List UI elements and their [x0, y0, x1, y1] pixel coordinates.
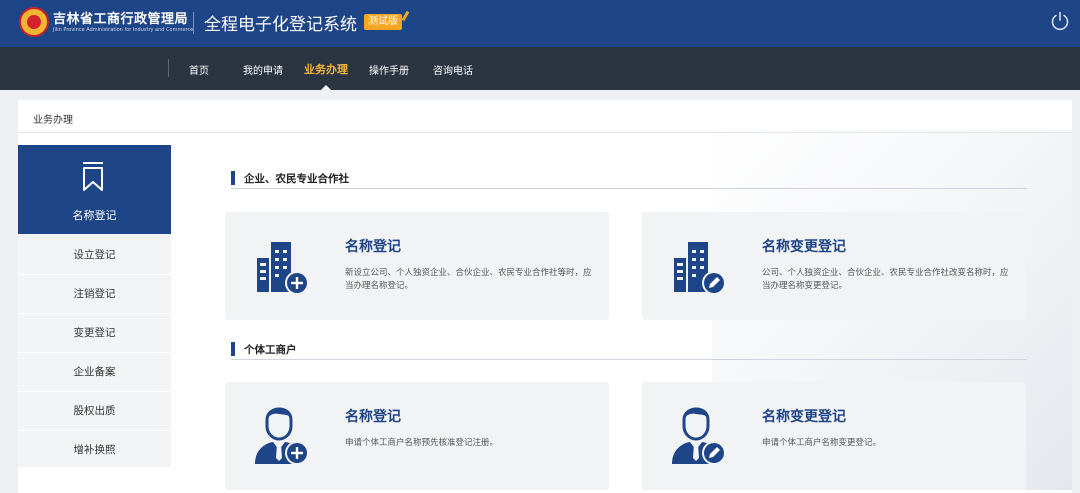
card-description: 申请个体工商户名称预先核准登记注册。 — [345, 438, 499, 448]
card-title: 名称登记 — [345, 409, 401, 425]
main-nav: 首页 我的申请 业务办理 操作手册 咨询电话 — [0, 47, 1080, 90]
agency-name: 吉林省工商行政管理局 — [53, 12, 189, 27]
nav-item-home[interactable]: 首页 — [189, 62, 209, 77]
emblem-logo — [19, 7, 49, 37]
section-divider — [231, 359, 1027, 360]
sidebar-item-equity-pledge[interactable]: 股权出质 — [18, 392, 171, 431]
card-description: 申请个体工商户名称变更登记。 — [762, 438, 882, 448]
card-individual-name-change[interactable]: 名称变更登记 申请个体工商户名称变更登记。 — [642, 382, 1026, 490]
section-marker — [231, 342, 235, 356]
active-nav-caret-icon — [321, 85, 331, 90]
card-description: 新设立公司、个人独资企业、合伙企业、农民专业合作社等时，应当办理名称登记。 — [345, 268, 592, 291]
test-badge: 测试版 — [364, 14, 402, 30]
nav-item-hotline[interactable]: 咨询电话 — [433, 62, 473, 77]
nav-item-business[interactable]: 业务办理 — [304, 61, 348, 77]
top-header: 吉林省工商行政管理局 Jilin Province Administration… — [0, 0, 1080, 47]
header-divider — [193, 12, 194, 34]
power-icon[interactable] — [1050, 11, 1070, 31]
building-add-icon — [257, 242, 309, 295]
sidebar: 名称登记 设立登记 注销登记 变更登记 企业备案 股权出质 增补换照 — [18, 145, 171, 470]
building-edit-icon — [674, 242, 726, 295]
content-panel: 业务办理 名称登记 设立登记 注销登记 变更登记 企业备案 股权出质 增补换照 … — [18, 100, 1072, 493]
sidebar-item-change[interactable]: 变更登记 — [18, 314, 171, 353]
nav-item-manual[interactable]: 操作手册 — [369, 62, 409, 77]
nav-item-my-applications[interactable]: 我的申请 — [243, 62, 283, 77]
sidebar-item-filing[interactable]: 企业备案 — [18, 353, 171, 392]
card-title: 名称登记 — [345, 239, 401, 255]
sidebar-item-establishment[interactable]: 设立登记 — [18, 236, 171, 275]
person-edit-icon — [672, 407, 726, 465]
card-enterprise-name-registration[interactable]: 名称登记 新设立公司、个人独资企业、合伙企业、农民专业合作社等时，应当办理名称登… — [225, 212, 609, 320]
sidebar-item-deregistration[interactable]: 注销登记 — [18, 275, 171, 314]
bookmark-icon — [83, 162, 103, 191]
section-title-individual: 个体工商户 — [244, 344, 297, 356]
breadcrumb: 业务办理 — [33, 115, 73, 126]
nav-divider — [168, 59, 169, 77]
breadcrumb-divider — [18, 132, 1072, 133]
section-marker — [231, 171, 235, 185]
sidebar-item-license-replacement[interactable]: 增补换照 — [18, 431, 171, 470]
card-enterprise-name-change[interactable]: 名称变更登记 公司、个人独资企业、合伙企业、农民专业合作社改变名称时，应当办理名… — [642, 212, 1026, 320]
card-title: 名称变更登记 — [762, 239, 846, 255]
agency-name-en: Jilin Province Administration for Indust… — [53, 27, 194, 33]
card-description: 公司、个人独资企业、合伙企业、农民专业合作社改变名称时，应当办理名称变更登记。 — [762, 268, 1009, 291]
card-individual-name-registration[interactable]: 名称登记 申请个体工商户名称预先核准登记注册。 — [225, 382, 609, 490]
card-title: 名称变更登记 — [762, 409, 846, 425]
sidebar-item-name-registration[interactable]: 名称登记 — [18, 145, 171, 234]
person-add-icon — [255, 407, 309, 465]
system-title: 全程电子化登记系统 — [204, 15, 357, 35]
section-title-enterprise: 企业、农民专业合作社 — [244, 173, 349, 185]
section-divider — [231, 188, 1027, 189]
sidebar-item-label: 名称登记 — [72, 209, 117, 222]
